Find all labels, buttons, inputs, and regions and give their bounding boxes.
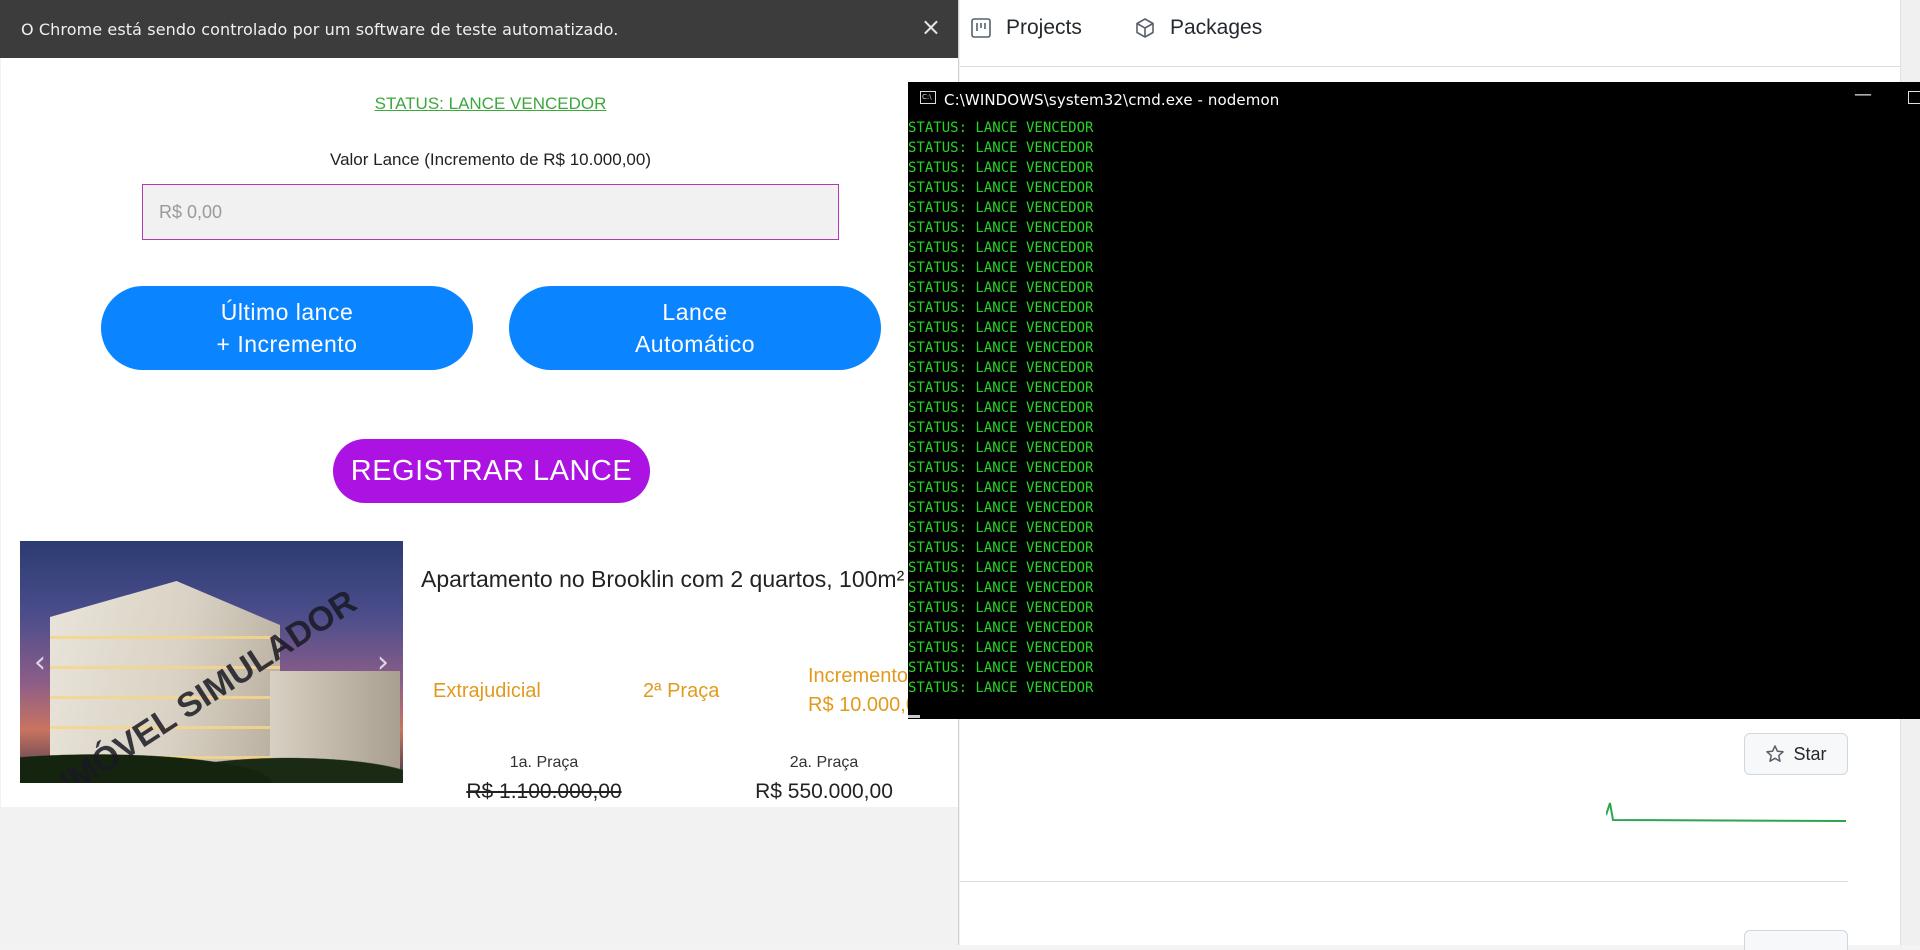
first-auction-price: R$ 1.100.000,00 (466, 780, 622, 803)
cmd-cursor (908, 715, 920, 718)
second-auction-label: 2a. Praça (789, 754, 859, 771)
console-line: STATUS: LANCE VENCEDOR (908, 240, 1094, 256)
console-line: STATUS: LANCE VENCEDOR (908, 640, 1094, 656)
console-line: STATUS: LANCE VENCEDOR (908, 220, 1094, 236)
auction-type: Extrajudicial (433, 680, 541, 702)
console-line: STATUS: LANCE VENCEDOR (908, 620, 1094, 636)
console-line: STATUS: LANCE VENCEDOR (908, 380, 1094, 396)
property-listing: IMÓVEL SIMULADOR ‹ › Apartamento no Broo… (1, 541, 958, 807)
console-line: STATUS: LANCE VENCEDOR (908, 160, 1094, 176)
console-line: STATUS: LANCE VENCEDOR (908, 600, 1094, 616)
console-line: STATUS: LANCE VENCEDOR (908, 120, 1094, 136)
tab-packages[interactable]: Packages (1134, 16, 1262, 40)
console-line: STATUS: LANCE VENCEDOR (908, 260, 1094, 276)
auction-stage: 2ª Praça (643, 680, 720, 702)
activity-sparkline (1606, 802, 1846, 822)
console-line: STATUS: LANCE VENCEDOR (908, 280, 1094, 296)
chrome-window: O Chrome está sendo controlado por um so… (0, 0, 959, 945)
property-photo-carousel: IMÓVEL SIMULADOR ‹ › (20, 541, 403, 783)
console-line: STATUS: LANCE VENCEDOR (908, 440, 1094, 456)
console-line: STATUS: LANCE VENCEDOR (908, 320, 1094, 336)
console-line: STATUS: LANCE VENCEDOR (908, 540, 1094, 556)
last-bid-button-line1: Último lance (220, 299, 354, 325)
cmd-title: C:\WINDOWS\system32\cmd.exe - nodemon (944, 91, 1280, 109)
minimize-icon[interactable]: — (1854, 84, 1872, 105)
automation-infobar: O Chrome está sendo controlado por um so… (0, 0, 958, 58)
auto-bid-button-line1: Lance (662, 299, 728, 325)
carousel-prev-icon[interactable]: ‹ (34, 645, 46, 680)
cmd-window: C:\ C:\WINDOWS\system32\cmd.exe - nodemo… (908, 82, 1920, 719)
auction-page: STATUS: LANCE VENCEDOR Valor Lance (Incr… (1, 58, 958, 945)
cmd-titlebar[interactable]: C:\ C:\WINDOWS\system32\cmd.exe - nodemo… (908, 82, 1920, 116)
console-line: STATUS: LANCE VENCEDOR (908, 580, 1094, 596)
cmd-output: STATUS: LANCE VENCEDOR STATUS: LANCE VENC… (908, 118, 1920, 718)
star-button-next[interactable] (1744, 930, 1848, 950)
console-line: STATUS: LANCE VENCEDOR (908, 180, 1094, 196)
second-auction-price: R$ 550.000,00 (755, 780, 893, 803)
repo-divider (960, 881, 1848, 882)
register-bid-button[interactable]: REGISTRAR LANCE (333, 439, 650, 503)
console-line: STATUS: LANCE VENCEDOR (908, 340, 1094, 356)
tab-projects[interactable]: Projects (970, 16, 1082, 40)
infobar-message: O Chrome está sendo controlado por um so… (21, 20, 619, 39)
console-line: STATUS: LANCE VENCEDOR (908, 560, 1094, 576)
maximize-icon[interactable] (1908, 91, 1920, 104)
cmd-app-icon: C:\ (920, 91, 936, 104)
listing-title[interactable]: Apartamento no Brooklin com 2 quartos, 1… (421, 563, 911, 596)
console-line: STATUS: LANCE VENCEDOR (908, 520, 1094, 536)
status-link[interactable]: STATUS: LANCE VENCEDOR (1, 94, 958, 114)
bid-value-input[interactable] (142, 184, 839, 240)
project-board-icon (971, 18, 991, 38)
bid-value-label: Valor Lance (Incremento de R$ 10.000,00) (330, 150, 651, 169)
star-button[interactable]: Star (1744, 733, 1848, 775)
console-line: STATUS: LANCE VENCEDOR (908, 200, 1094, 216)
console-line: STATUS: LANCE VENCEDOR (908, 680, 1094, 696)
infobar-close-icon[interactable]: × (921, 14, 941, 40)
console-line: STATUS: LANCE VENCEDOR (908, 400, 1094, 416)
star-button-label: Star (1793, 743, 1827, 764)
console-line: STATUS: LANCE VENCEDOR (908, 460, 1094, 476)
bid-panel: STATUS: LANCE VENCEDOR Valor Lance (Incr… (1, 58, 958, 541)
last-bid-button-line2: + Incremento (216, 331, 358, 357)
console-line: STATUS: LANCE VENCEDOR (908, 480, 1094, 496)
console-line: STATUS: LANCE VENCEDOR (908, 300, 1094, 316)
first-auction-label: 1a. Praça (509, 754, 579, 771)
console-line: STATUS: LANCE VENCEDOR (908, 140, 1094, 156)
star-icon (1766, 745, 1785, 762)
package-icon (1136, 18, 1154, 38)
floor-light (50, 636, 280, 639)
auto-bid-button-line2: Automático (634, 331, 756, 357)
sparkline-path (1606, 802, 1846, 822)
tab-packages-label: Packages (1170, 16, 1263, 39)
console-line: STATUS: LANCE VENCEDOR (908, 420, 1094, 436)
last-bid-plus-increment-button[interactable]: Último lance + Incremento (101, 286, 473, 370)
tab-projects-label: Projects (1006, 16, 1082, 39)
console-line: STATUS: LANCE VENCEDOR (908, 660, 1094, 676)
automatic-bid-button[interactable]: Lance Automático (509, 286, 881, 370)
console-line: STATUS: LANCE VENCEDOR (908, 360, 1094, 376)
tabs-divider (960, 66, 1900, 67)
carousel-next-icon[interactable]: › (377, 645, 389, 680)
console-line: STATUS: LANCE VENCEDOR (908, 500, 1094, 516)
